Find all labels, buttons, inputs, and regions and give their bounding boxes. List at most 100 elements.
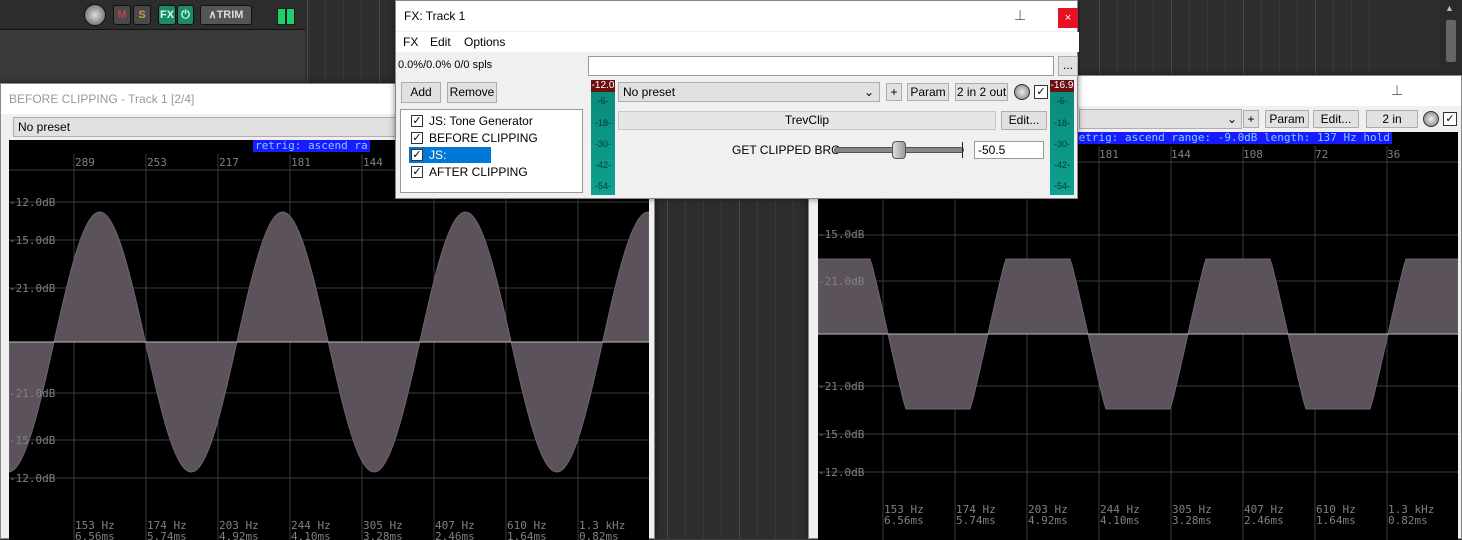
solo-button[interactable]: S xyxy=(133,5,151,25)
hz-label: 174 Hz 5.74ms xyxy=(956,503,996,527)
db-label: -15.0dB xyxy=(818,228,865,241)
meter-tick: -42- xyxy=(594,160,611,170)
pin-icon[interactable]: ⊥ xyxy=(1391,82,1403,99)
fx-enable-checkbox[interactable]: ✓ xyxy=(411,132,423,144)
menu-options[interactable]: Options xyxy=(464,35,505,49)
fx-chain-list[interactable]: ✓ JS: Tone Generator ✓ BEFORE CLIPPING ✓ JS: … xyxy=(400,109,583,193)
db-label: -21.0dB xyxy=(9,282,56,295)
meter-tick: -30- xyxy=(1053,139,1070,149)
bypass-checkbox[interactable]: ✓ xyxy=(1443,112,1457,126)
hz-label: 407 Hz 2.46ms xyxy=(1244,503,1284,527)
track-control-panel: M S FX ⏻ ∧TRIM xyxy=(0,0,305,30)
fx-item-label: BEFORE CLIPPING xyxy=(429,131,538,145)
slider-thumb[interactable] xyxy=(892,141,906,159)
fx-enable-checkbox[interactable]: ✓ xyxy=(411,115,423,127)
frequency-tick: 36 xyxy=(1387,148,1401,161)
db-label: -21.0dB xyxy=(818,275,865,288)
chevron-down-icon: ⌄ xyxy=(1226,112,1237,126)
fx-name-field[interactable] xyxy=(588,56,1054,76)
fx-bypass-button[interactable]: ⏻ xyxy=(177,5,194,25)
pin-icon[interactable]: ⊥ xyxy=(1014,7,1026,24)
hz-label: 203 Hz 4.92ms xyxy=(1028,503,1068,527)
hz-label: 407 Hz 2.46ms xyxy=(435,519,475,540)
param-value-field[interactable]: -50.5 xyxy=(974,141,1044,159)
hz-label: 610 Hz 1.64ms xyxy=(507,519,547,540)
input-meter: -12.0 -6- -18- -30- -42- -54- xyxy=(591,80,615,195)
volume-knob[interactable] xyxy=(84,4,106,26)
edit-plugin-button[interactable]: Edit... xyxy=(1001,111,1047,130)
io-routing-button[interactable]: 2 in 2 out xyxy=(955,83,1008,101)
hz-label: 610 Hz 1.64ms xyxy=(1316,503,1356,527)
menu-fx[interactable]: FX xyxy=(403,35,418,49)
frequency-tick: 108 xyxy=(1243,148,1263,161)
plugin-name-bar: TrevClip xyxy=(618,111,996,130)
menu-bar: FX Edit Options xyxy=(396,32,1079,52)
db-label: -12.0dB xyxy=(818,466,865,479)
trim-button[interactable]: ∧TRIM xyxy=(200,5,252,25)
add-preset-button[interactable]: + xyxy=(1243,110,1259,128)
fx-chain-item[interactable]: ✓ AFTER CLIPPING xyxy=(409,164,528,180)
hz-label: 153 Hz 6.56ms xyxy=(884,503,924,527)
close-icon: × xyxy=(1064,12,1072,24)
preset-dropdown[interactable]: No preset ⌄ xyxy=(618,82,880,102)
bypass-checkbox[interactable]: ✓ xyxy=(1034,85,1048,99)
hz-label: 174 Hz 5.74ms xyxy=(147,519,187,540)
preset-dropdown[interactable]: ⌄ xyxy=(1079,109,1242,129)
track-meter xyxy=(277,8,295,25)
hz-label: 305 Hz 3.28ms xyxy=(1172,503,1212,527)
param-button[interactable]: Param xyxy=(1265,110,1309,128)
wet-knob[interactable] xyxy=(1014,84,1030,100)
fx-enable-checkbox[interactable]: ✓ xyxy=(411,166,423,178)
hz-label: 1.3 kHz 0.82ms xyxy=(579,519,626,540)
db-label: -15.0dB xyxy=(818,428,865,441)
vertical-scrollbar[interactable]: ▲ xyxy=(1440,0,1462,75)
fx-item-label: JS: Tone Generator xyxy=(429,114,533,128)
db-label: -21.0dB xyxy=(818,380,865,393)
param-slider[interactable] xyxy=(834,141,964,159)
frequency-tick: 181 xyxy=(291,156,311,169)
remove-fx-button[interactable]: Remove xyxy=(447,82,497,103)
meter-tick: -54- xyxy=(1053,181,1070,191)
scroll-thumb[interactable] xyxy=(1446,20,1456,62)
more-button[interactable]: ... xyxy=(1058,56,1078,76)
frequency-tick: 289 xyxy=(75,156,95,169)
hz-label: 244 Hz 4.10ms xyxy=(291,519,331,540)
add-fx-button[interactable]: Add xyxy=(401,82,441,103)
oscilloscope-display: retrig: ascend ra 289 253 217 181 144 -12.0d… xyxy=(9,140,649,540)
power-icon: ⏻ xyxy=(181,9,190,21)
param-button[interactable]: Param xyxy=(907,83,949,101)
fx-item-label: AFTER CLIPPING xyxy=(429,165,528,179)
menu-edit[interactable]: Edit xyxy=(430,35,451,49)
output-meter: -16.9 -6- -18- -30- -42- -54- xyxy=(1050,80,1074,195)
db-label: -12.0dB xyxy=(9,196,56,209)
meter-tick: -42- xyxy=(1053,160,1070,170)
db-label: -12.0dB xyxy=(9,472,56,485)
close-button[interactable]: × xyxy=(1058,8,1078,28)
io-button[interactable]: 2 in xyxy=(1366,110,1418,128)
add-preset-button[interactable]: + xyxy=(886,83,902,101)
db-label: -15.0dB xyxy=(9,434,56,447)
fx-chain-item[interactable]: ✓ JS: Tone Generator xyxy=(409,113,533,129)
hz-label: 244 Hz 4.10ms xyxy=(1100,503,1140,527)
wet-knob[interactable] xyxy=(1423,111,1439,127)
fx-chain-item[interactable]: ✓ BEFORE CLIPPING xyxy=(409,130,538,146)
waveform-plot xyxy=(9,154,649,540)
output-peak-readout: -16.9 xyxy=(1050,80,1074,92)
meter-tick: -30- xyxy=(594,139,611,149)
frequency-tick: 144 xyxy=(1171,148,1191,161)
mute-button[interactable]: M xyxy=(113,5,131,25)
frequency-tick: 181 xyxy=(1099,148,1119,161)
fx-enable-checkbox[interactable]: ✓ xyxy=(411,149,423,161)
hz-label: 1.3 kHz 0.82ms xyxy=(1388,503,1435,527)
scroll-up-icon[interactable]: ▲ xyxy=(1445,3,1454,13)
fx-button[interactable]: FX xyxy=(158,5,176,25)
fx-chain-item[interactable]: ✓ JS: TrevClip xyxy=(409,147,491,178)
cpu-usage-text: 0.0%/0.0% 0/0 spls xyxy=(398,59,493,71)
frequency-tick: 144 xyxy=(363,156,383,169)
edit-button[interactable]: Edit... xyxy=(1313,110,1359,128)
db-label: -15.0dB xyxy=(9,234,56,247)
meter-tick: -6- xyxy=(1056,96,1068,106)
frequency-tick: 253 xyxy=(147,156,167,169)
hz-label: 203 Hz 4.92ms xyxy=(219,519,259,540)
frequency-tick: 217 xyxy=(219,156,239,169)
